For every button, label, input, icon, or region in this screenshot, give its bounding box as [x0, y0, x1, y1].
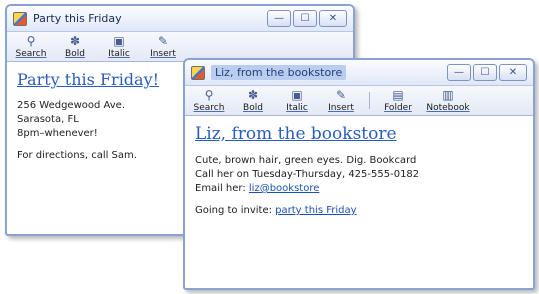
folder-button[interactable]: ▤ Folder — [376, 86, 420, 115]
window-title: Liz, from the bookstore — [211, 65, 347, 80]
minimize-button[interactable]: — — [267, 10, 291, 27]
toolbar-separator — [369, 92, 370, 109]
invite-line: Going to invite: party this Friday — [195, 204, 523, 218]
app-icon — [191, 65, 205, 80]
search-label: Search — [193, 102, 225, 113]
search-button[interactable]: ⚲ Search — [9, 32, 53, 61]
party-link[interactable]: party this Friday — [275, 205, 356, 216]
email-prefix: Email her: — [195, 183, 246, 194]
insert-button[interactable]: ✎ Insert — [319, 86, 363, 115]
close-button[interactable]: ✕ — [499, 64, 527, 81]
window-controls: — ☐ ✕ — [267, 10, 347, 27]
insert-label: Insert — [328, 102, 354, 113]
search-icon: ⚲ — [26, 33, 36, 48]
close-button[interactable]: ✕ — [319, 10, 347, 27]
maximize-button[interactable]: ☐ — [293, 10, 317, 27]
search-label: Search — [15, 48, 47, 59]
window-title: Party this Friday — [33, 12, 122, 25]
folder-label: Folder — [384, 102, 412, 113]
window-liz: Liz, from the bookstore — ☐ ✕ ⚲ Search ✽… — [183, 58, 535, 290]
bold-button[interactable]: ✽ Bold — [53, 32, 97, 61]
document-heading: Liz, from the bookstore — [195, 124, 397, 144]
notebook-label: Notebook — [426, 102, 470, 113]
invite-prefix: Going to invite: — [195, 205, 272, 216]
italic-button[interactable]: ▣ Italic — [97, 32, 141, 61]
italic-icon: ▣ — [291, 87, 303, 102]
toolbar: ⚲ Search ✽ Bold ▣ Italic ✎ Insert ▤ Fold… — [185, 86, 533, 116]
bold-label: Bold — [243, 102, 263, 113]
document-body[interactable]: Liz, from the bookstore Cute, brown hair… — [185, 116, 533, 226]
titlebar[interactable]: Party this Friday — ☐ ✕ — [7, 6, 353, 32]
italic-label: Italic — [108, 48, 130, 59]
bold-icon: ✽ — [247, 87, 259, 102]
phone-line: Call her on Tuesday-Thursday, 425-555-01… — [195, 169, 420, 180]
insert-button[interactable]: ✎ Insert — [141, 32, 185, 61]
bold-icon: ✽ — [69, 33, 81, 48]
insert-icon: ✎ — [335, 87, 347, 102]
bold-button[interactable]: ✽ Bold — [231, 86, 275, 115]
italic-button[interactable]: ▣ Italic — [275, 86, 319, 115]
insert-label: Insert — [150, 48, 176, 59]
notebook-button[interactable]: ▥ Notebook — [420, 86, 476, 115]
minimize-button[interactable]: — — [447, 64, 471, 81]
email-line: Email her: liz@bookstore — [195, 182, 523, 196]
titlebar[interactable]: Liz, from the bookstore — ☐ ✕ — [185, 60, 533, 86]
search-icon: ⚲ — [204, 87, 214, 102]
notebook-icon: ▥ — [442, 87, 454, 102]
maximize-button[interactable]: ☐ — [473, 64, 497, 81]
folder-icon: ▤ — [392, 87, 404, 102]
insert-icon: ✎ — [157, 33, 169, 48]
window-controls: — ☐ ✕ — [447, 64, 527, 81]
description-line: Cute, brown hair, green eyes. Dig. Bookc… — [195, 155, 417, 166]
bold-label: Bold — [65, 48, 85, 59]
italic-icon: ▣ — [113, 33, 125, 48]
app-icon — [13, 11, 27, 26]
italic-label: Italic — [286, 102, 308, 113]
search-button[interactable]: ⚲ Search — [187, 86, 231, 115]
email-link[interactable]: liz@bookstore — [249, 183, 319, 194]
